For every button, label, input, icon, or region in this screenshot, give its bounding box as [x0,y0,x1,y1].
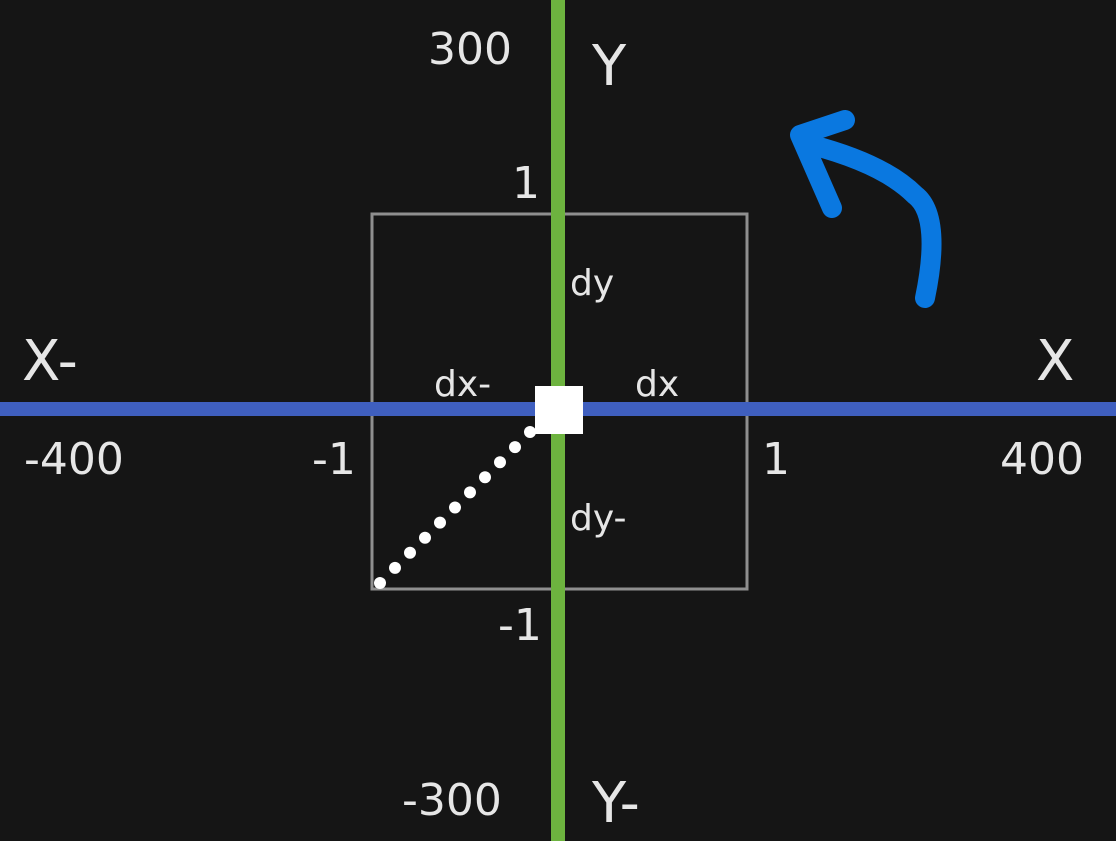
path-dot [434,516,446,529]
dy-neg-label: dy- [570,498,627,539]
x-min-value: -400 [24,434,124,485]
path-dot [524,426,536,438]
y-min-value: -300 [402,775,502,826]
y-neg-axis-label: Y- [591,771,640,836]
dx-neg-label: dx- [434,364,491,405]
dy-pos-label: dy [570,263,614,304]
unit-y-neg-label: -1 [498,600,542,651]
coordinate-diagram: X- X Y Y- -400 400 300 -300 -1 1 1 -1 dx… [0,0,1116,841]
origin-marker [535,386,583,434]
path-dot [464,486,476,499]
y-max-value: 300 [428,24,512,75]
x-max-value: 400 [1000,434,1084,485]
unit-x-neg-label: -1 [312,434,356,485]
dx-pos-label: dx [635,364,679,405]
path-dot [419,531,431,544]
path-dot [404,546,416,559]
path-dot [494,456,506,469]
dotted-diagonal-path [374,426,536,589]
diagram-canvas: X- X Y Y- -400 400 300 -300 -1 1 1 -1 dx… [0,0,1116,841]
x-pos-axis-label: X [1036,329,1074,394]
x-neg-axis-label: X- [22,329,78,394]
y-pos-axis-label: Y [591,34,627,99]
path-dot [374,577,386,589]
path-dot [509,441,521,454]
path-dot [389,561,401,574]
path-dot [449,501,461,514]
path-dot [479,471,491,484]
unit-x-pos-label: 1 [762,434,790,485]
curved-arrow-icon [790,110,942,308]
unit-y-pos-label: 1 [512,158,540,209]
